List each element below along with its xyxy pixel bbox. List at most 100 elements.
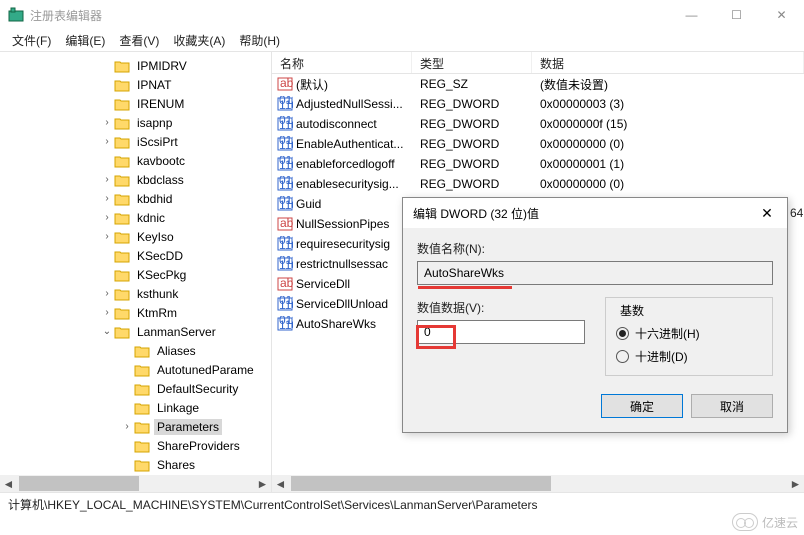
- cancel-button[interactable]: 取消: [691, 394, 773, 418]
- tree-node-label: KSecPkg: [134, 267, 189, 283]
- radix-dec-radio[interactable]: 十进制(D): [616, 348, 762, 365]
- menu-favorites[interactable]: 收藏夹(A): [167, 30, 231, 51]
- list-row[interactable]: 011110enableforcedlogoffREG_DWORD0x00000…: [272, 154, 804, 174]
- list-row[interactable]: 011110autodisconnectREG_DWORD0x0000000f …: [272, 114, 804, 134]
- scroll-thumb[interactable]: [19, 476, 139, 491]
- tree-node[interactable]: ShareProviders: [0, 436, 271, 455]
- row-type: REG_DWORD: [412, 117, 532, 131]
- value-type-icon: 011110: [276, 176, 294, 192]
- tree-node[interactable]: IPNAT: [0, 75, 271, 94]
- scroll-thumb[interactable]: [291, 476, 551, 491]
- close-button[interactable]: ✕: [759, 0, 804, 30]
- base-legend: 基数: [616, 302, 648, 319]
- tree-node[interactable]: ›kdnic: [0, 208, 271, 227]
- tree-node[interactable]: Aliases: [0, 341, 271, 360]
- row-type: REG_DWORD: [412, 137, 532, 151]
- list-row[interactable]: 011110enablesecuritysig...REG_DWORD0x000…: [272, 174, 804, 194]
- tree-node-label: IPNAT: [134, 77, 174, 93]
- expand-icon[interactable]: ›: [100, 136, 114, 147]
- scroll-left-icon[interactable]: ◄: [0, 475, 17, 492]
- list-row[interactable]: 011110EnableAuthenticat...REG_DWORD0x000…: [272, 134, 804, 154]
- expand-icon[interactable]: ›: [100, 231, 114, 242]
- list-row[interactable]: 011110AdjustedNullSessi...REG_DWORD0x000…: [272, 94, 804, 114]
- folder-icon: [134, 439, 150, 453]
- svg-text:110: 110: [279, 98, 293, 112]
- folder-icon: [134, 344, 150, 358]
- folder-icon: [114, 287, 130, 301]
- folder-icon: [134, 420, 150, 434]
- tree-node[interactable]: Shares: [0, 455, 271, 474]
- menu-edit[interactable]: 编辑(E): [59, 30, 111, 51]
- edit-dword-dialog: 编辑 DWORD (32 位)值 ✕ 数值名称(N): 数值数据(V): 基数 …: [402, 197, 788, 433]
- folder-icon: [134, 363, 150, 377]
- minimize-button[interactable]: —: [669, 0, 714, 30]
- col-data[interactable]: 数据: [532, 52, 804, 73]
- col-name[interactable]: 名称: [272, 52, 412, 73]
- expand-icon[interactable]: ›: [100, 212, 114, 223]
- tree-node[interactable]: › ksthunk: [0, 284, 271, 303]
- expand-icon[interactable]: ›: [100, 117, 114, 128]
- value-name-input[interactable]: [417, 261, 773, 285]
- dialog-titlebar[interactable]: 编辑 DWORD (32 位)值 ✕: [403, 198, 787, 228]
- svg-text:110: 110: [279, 178, 293, 192]
- tree-node[interactable]: ›kbdclass: [0, 170, 271, 189]
- expand-icon[interactable]: ›: [100, 307, 114, 318]
- scroll-right-icon[interactable]: ►: [787, 475, 804, 492]
- tree-node[interactable]: IPMIDRV: [0, 56, 271, 75]
- col-type[interactable]: 类型: [412, 52, 532, 73]
- folder-icon: [114, 97, 130, 111]
- dialog-buttons: 确定 取消: [417, 394, 773, 418]
- tree-node-label: IRENUM: [134, 96, 187, 112]
- tree-node-label: ksthunk: [134, 286, 181, 302]
- tree-node-label: Linkage: [154, 400, 202, 416]
- folder-icon: [134, 382, 150, 396]
- ok-button[interactable]: 确定: [601, 394, 683, 418]
- tree-node[interactable]: ›isapnp: [0, 113, 271, 132]
- scroll-track[interactable]: [289, 475, 787, 492]
- value-data-input[interactable]: [417, 320, 585, 344]
- list-hscroll[interactable]: ◄ ►: [272, 475, 804, 492]
- row-type: REG_DWORD: [412, 157, 532, 171]
- expand-icon[interactable]: ›: [120, 421, 134, 432]
- tree-node[interactable]: ⌄LanmanServer: [0, 322, 271, 341]
- tree-node[interactable]: IRENUM: [0, 94, 271, 113]
- base-fieldset: 基数 十六进制(H) 十进制(D): [605, 297, 773, 376]
- tree[interactable]: IPMIDRV IPNAT IRENUM›isapnp›iScsiPrtkavboo…: [0, 52, 271, 478]
- menu-file[interactable]: 文件(F): [6, 30, 57, 51]
- menu-view[interactable]: 查看(V): [113, 30, 165, 51]
- tree-hscroll[interactable]: ◄ ►: [0, 475, 271, 492]
- expand-icon[interactable]: ›: [100, 193, 114, 204]
- value-name-label: 数值名称(N):: [417, 240, 773, 257]
- scroll-left-icon[interactable]: ◄: [272, 475, 289, 492]
- tree-node[interactable]: ›KtmRm: [0, 303, 271, 322]
- menu-help[interactable]: 帮助(H): [233, 30, 286, 51]
- expand-icon[interactable]: ⌄: [100, 326, 114, 337]
- expand-icon[interactable]: ›: [100, 174, 114, 185]
- folder-icon: [114, 59, 130, 73]
- folder-icon: [114, 135, 130, 149]
- value-type-icon: 011110: [276, 116, 294, 132]
- tree-node[interactable]: ›kbdhid: [0, 189, 271, 208]
- dialog-close-button[interactable]: ✕: [747, 198, 787, 228]
- folder-icon: [114, 306, 130, 320]
- tree-node[interactable]: DefaultSecurity: [0, 379, 271, 398]
- tree-node[interactable]: KSecPkg: [0, 265, 271, 284]
- tree-node[interactable]: AutotunedParame: [0, 360, 271, 379]
- row-data: (数值未设置): [532, 76, 804, 93]
- tree-node[interactable]: KSecDD: [0, 246, 271, 265]
- row-type: REG_DWORD: [412, 177, 532, 191]
- tree-node[interactable]: kavbootc: [0, 151, 271, 170]
- tree-node[interactable]: Linkage: [0, 398, 271, 417]
- folder-icon: [114, 230, 130, 244]
- tree-node[interactable]: ›Parameters: [0, 417, 271, 436]
- maximize-button[interactable]: ☐: [714, 0, 759, 30]
- expand-icon[interactable]: ›: [100, 288, 114, 299]
- radix-hex-radio[interactable]: 十六进制(H): [616, 325, 762, 342]
- tree-node[interactable]: ›iScsiPrt: [0, 132, 271, 151]
- scroll-track[interactable]: [17, 475, 254, 492]
- tree-pane: IPMIDRV IPNAT IRENUM›isapnp›iScsiPrtkavboo…: [0, 52, 272, 492]
- value-type-icon: 011110: [276, 136, 294, 152]
- scroll-right-icon[interactable]: ►: [254, 475, 271, 492]
- tree-node[interactable]: ›KeyIso: [0, 227, 271, 246]
- list-row[interactable]: ab(默认)REG_SZ(数值未设置): [272, 74, 804, 94]
